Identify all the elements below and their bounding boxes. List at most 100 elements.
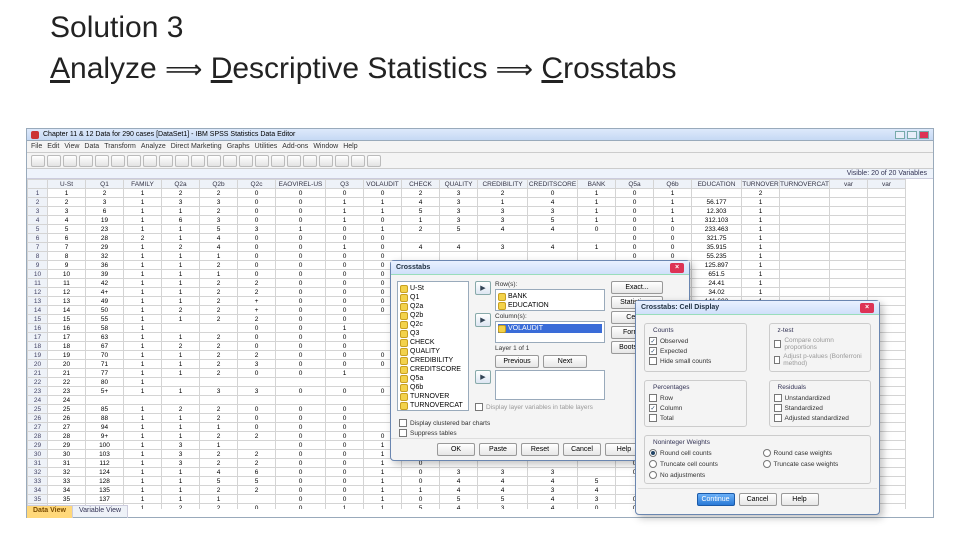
cell[interactable]: 0 xyxy=(276,342,326,351)
toolbar-button[interactable] xyxy=(303,155,317,167)
row-number[interactable]: 15 xyxy=(28,315,48,324)
cell[interactable]: 2 xyxy=(162,342,200,351)
cell[interactable] xyxy=(780,279,830,288)
cell[interactable]: 1 xyxy=(124,279,162,288)
toolbar-button[interactable] xyxy=(31,155,45,167)
cell[interactable]: 1 xyxy=(402,486,440,495)
row-number[interactable]: 21 xyxy=(28,369,48,378)
toolbar-button[interactable] xyxy=(239,155,253,167)
toolbar-button[interactable] xyxy=(255,155,269,167)
menu-analyze[interactable]: Analyze xyxy=(141,143,166,150)
cell[interactable]: 1 xyxy=(578,216,616,225)
previous-layer-button[interactable]: Previous xyxy=(495,355,539,368)
cell[interactable]: 4 xyxy=(478,225,528,234)
cell[interactable]: 12 xyxy=(48,288,86,297)
cell[interactable]: 25 xyxy=(48,405,86,414)
cell[interactable]: 26 xyxy=(48,414,86,423)
cell[interactable]: 2 xyxy=(162,243,200,252)
checkbox[interactable] xyxy=(774,414,782,422)
cell[interactable]: 1 xyxy=(364,207,402,216)
cell[interactable]: 23 xyxy=(86,225,124,234)
cell[interactable]: 13 xyxy=(48,297,86,306)
cell[interactable]: 2 xyxy=(200,333,238,342)
cell[interactable]: 2 xyxy=(200,360,238,369)
cell[interactable]: 1 xyxy=(742,279,780,288)
cell[interactable]: 1 xyxy=(162,468,200,477)
cell[interactable]: 0 xyxy=(364,189,402,198)
column-header[interactable]: U-St xyxy=(48,180,86,189)
cell[interactable]: 1 xyxy=(124,324,162,333)
cell[interactable]: 3 xyxy=(162,450,200,459)
cell[interactable]: 19 xyxy=(86,216,124,225)
cell[interactable]: 21 xyxy=(48,369,86,378)
cell[interactable]: 2 xyxy=(86,189,124,198)
cell[interactable]: 5+ xyxy=(86,387,124,396)
row-number[interactable]: 7 xyxy=(28,243,48,252)
variable-item[interactable]: QUALITY xyxy=(400,347,466,356)
cell[interactable]: 0 xyxy=(276,468,326,477)
cell[interactable]: 5 xyxy=(200,477,238,486)
cell[interactable]: 0 xyxy=(326,288,364,297)
cell[interactable]: 321.75 xyxy=(692,234,742,243)
cell[interactable]: 23 xyxy=(48,387,86,396)
cell[interactable]: 19 xyxy=(48,351,86,360)
cell[interactable]: 2 xyxy=(200,351,238,360)
cell[interactable]: 0 xyxy=(276,198,326,207)
cell[interactable]: 1 xyxy=(124,504,162,510)
radio[interactable] xyxy=(763,449,771,457)
cell[interactable]: 4+ xyxy=(86,288,124,297)
cell[interactable]: 1 xyxy=(124,342,162,351)
cell[interactable] xyxy=(868,198,906,207)
row-number[interactable]: 11 xyxy=(28,279,48,288)
checkbox[interactable] xyxy=(774,394,782,402)
cell[interactable]: + xyxy=(238,306,276,315)
cell[interactable]: 0 xyxy=(616,207,654,216)
cell[interactable]: 0 xyxy=(276,288,326,297)
cell[interactable]: 5 xyxy=(402,504,440,510)
menu-edit[interactable]: Edit xyxy=(47,143,59,150)
cell[interactable]: 1 xyxy=(326,216,364,225)
suppress-tables-check[interactable] xyxy=(399,429,407,437)
cell[interactable] xyxy=(830,261,868,270)
cell[interactable]: 0 xyxy=(616,189,654,198)
toolbar-button[interactable] xyxy=(191,155,205,167)
move-to-layer-button[interactable]: ▶ xyxy=(475,370,491,384)
cell[interactable] xyxy=(780,198,830,207)
cell[interactable]: 0 xyxy=(326,225,364,234)
cell[interactable] xyxy=(238,378,276,387)
cancel-button[interactable]: Cancel xyxy=(563,443,601,456)
toolbar-button[interactable] xyxy=(79,155,93,167)
cell[interactable]: 0 xyxy=(616,198,654,207)
cell[interactable]: 4 xyxy=(528,504,578,510)
column-header[interactable]: FAMILY xyxy=(124,180,162,189)
cell[interactable]: 2 xyxy=(200,369,238,378)
help-button[interactable]: Help xyxy=(781,493,819,506)
cell[interactable]: 4 xyxy=(528,495,578,504)
cell[interactable]: 4 xyxy=(402,243,440,252)
row-number[interactable]: 4 xyxy=(28,216,48,225)
cell[interactable]: 1 xyxy=(124,189,162,198)
cell[interactable]: 1 xyxy=(742,225,780,234)
cell[interactable]: 2 xyxy=(162,504,200,510)
cell[interactable]: 2 xyxy=(200,315,238,324)
radio[interactable] xyxy=(649,471,657,479)
cell[interactable]: 5 xyxy=(200,225,238,234)
row-number[interactable]: 28 xyxy=(28,432,48,441)
variable-item[interactable]: Q2a xyxy=(400,302,466,311)
cell[interactable]: 0 xyxy=(238,198,276,207)
checkbox[interactable] xyxy=(774,404,782,412)
cell[interactable]: 0 xyxy=(238,333,276,342)
cell[interactable]: 42 xyxy=(86,279,124,288)
cell[interactable]: 1 xyxy=(124,423,162,432)
cell[interactable]: 2 xyxy=(162,189,200,198)
variable-item[interactable]: CHECK xyxy=(400,338,466,347)
cell[interactable]: 29 xyxy=(48,441,86,450)
row-number[interactable]: 19 xyxy=(28,351,48,360)
toolbar-button[interactable] xyxy=(207,155,221,167)
cell[interactable]: 7 xyxy=(48,243,86,252)
checkbox[interactable] xyxy=(649,414,657,422)
cell[interactable]: 4 xyxy=(478,486,528,495)
cell[interactable]: 0 xyxy=(326,477,364,486)
cell[interactable]: 9 xyxy=(48,261,86,270)
cell[interactable]: 24 xyxy=(48,396,86,405)
